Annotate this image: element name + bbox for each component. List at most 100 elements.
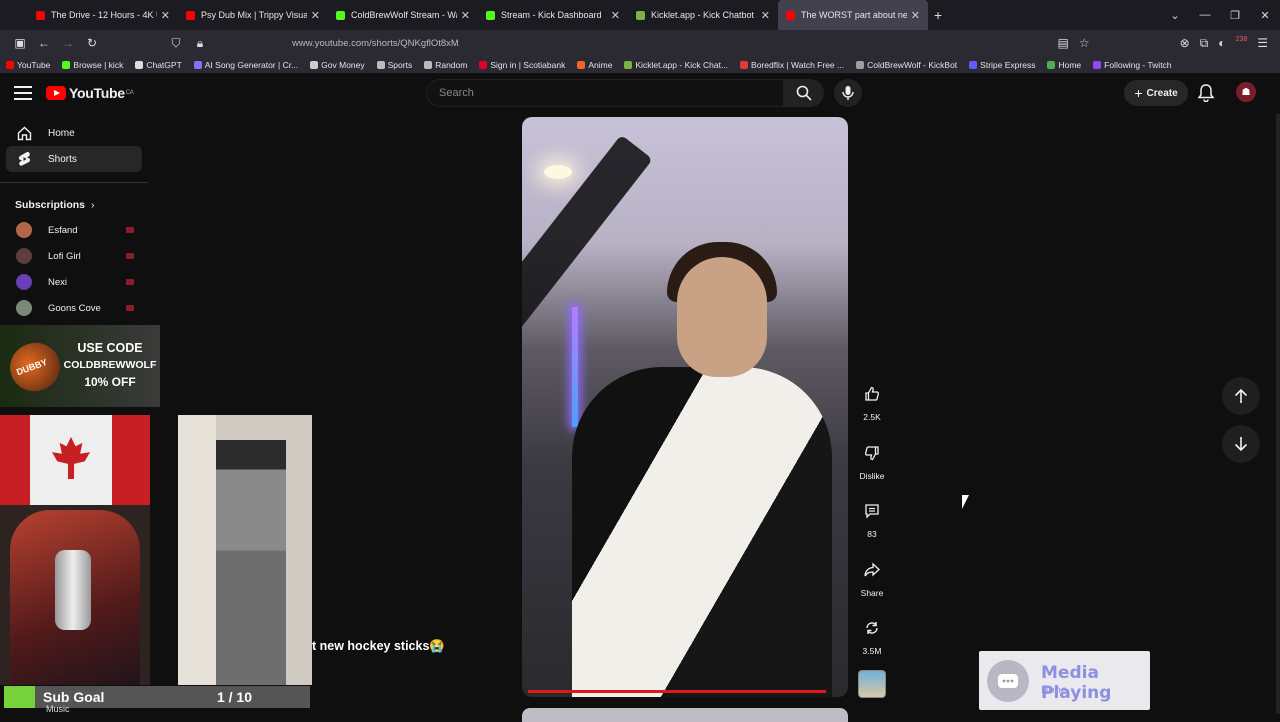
bookmark-item[interactable]: Anime bbox=[577, 60, 612, 70]
sidebar-toggle-icon[interactable]: ▣ bbox=[8, 36, 32, 50]
channel-avatar bbox=[16, 222, 32, 238]
sponsor-promo-overlay: DUBBY USE CODE COLDBREWWOLF 10% OFF bbox=[0, 325, 160, 407]
remix-icon bbox=[856, 612, 888, 644]
bookmark-item[interactable]: Home bbox=[1047, 60, 1081, 70]
sound-thumbnail[interactable] bbox=[858, 670, 886, 698]
remix-button[interactable]: 3.5M bbox=[856, 612, 888, 671]
logo-text: YouTube bbox=[69, 85, 125, 101]
chat-bubble-icon bbox=[987, 660, 1029, 702]
browser-tab[interactable]: Kicklet.app - Kick Chatbot and L ✕ bbox=[628, 0, 778, 30]
browser-tab[interactable]: The Drive - 12 Hours - 4K Ultra ✕ bbox=[28, 0, 178, 30]
subscription-item[interactable]: Lofi Girl bbox=[0, 243, 140, 269]
hamburger-menu-icon[interactable] bbox=[14, 86, 32, 100]
browser-tab[interactable]: Psy Dub Mix | Trippy Visuals + I ✕ bbox=[178, 0, 328, 30]
new-tab-button[interactable]: + bbox=[934, 7, 942, 23]
comments-button[interactable]: 83 bbox=[856, 495, 888, 554]
tab-favicon-icon bbox=[186, 10, 195, 20]
arrow-down-icon bbox=[1234, 437, 1248, 452]
search-input[interactable]: Search bbox=[426, 79, 784, 107]
chevron-right-icon: › bbox=[91, 199, 95, 211]
energy-drink-can: DUBBY bbox=[3, 335, 67, 399]
subscription-item[interactable]: Esfand bbox=[0, 217, 140, 243]
subscription-item[interactable]: Goons Cove bbox=[0, 295, 140, 321]
bookmark-item[interactable]: Random bbox=[424, 60, 467, 70]
share-button[interactable]: Share bbox=[856, 554, 888, 613]
live-indicator-icon bbox=[126, 227, 134, 233]
bookmark-item[interactable]: YouTube bbox=[6, 60, 50, 70]
close-tab-icon[interactable]: ✕ bbox=[761, 9, 770, 22]
bookmark-item[interactable]: ChatGPT bbox=[135, 60, 182, 70]
bookmark-favicon-icon bbox=[376, 60, 385, 69]
close-tab-icon[interactable]: ✕ bbox=[911, 9, 920, 22]
create-button[interactable]: + Create bbox=[1124, 80, 1188, 106]
bookmark-item[interactable]: Sign in | Scotiabank bbox=[479, 60, 565, 70]
can-label: DUBBY bbox=[15, 356, 49, 378]
close-tab-icon[interactable]: ✕ bbox=[461, 9, 470, 22]
door bbox=[178, 415, 216, 685]
subscriptions-heading[interactable]: Subscriptions › bbox=[0, 193, 160, 217]
browser-tab[interactable]: Stream - Kick Dashboard ✕ bbox=[478, 0, 628, 30]
sidebar-item-music[interactable]: Music bbox=[46, 704, 70, 714]
shield-icon[interactable]: ⛉ bbox=[164, 36, 188, 51]
menu-icon[interactable]: ☰ bbox=[1257, 36, 1268, 51]
dislike-button[interactable]: Dislike bbox=[856, 437, 888, 496]
youtube-logo[interactable]: YouTube CA bbox=[46, 85, 134, 101]
subscription-item[interactable]: Nexi bbox=[0, 269, 140, 295]
reader-view-icon[interactable]: ▤ bbox=[1058, 36, 1069, 51]
bookmark-item[interactable]: Sports bbox=[376, 60, 412, 70]
video-progress-bar[interactable] bbox=[528, 690, 826, 693]
bookmark-favicon-icon bbox=[424, 60, 433, 69]
search-icon bbox=[796, 85, 812, 101]
bookmark-item[interactable]: Kicklet.app - Kick Chat... bbox=[624, 60, 728, 70]
minimize-button[interactable]: — bbox=[1190, 9, 1220, 21]
bookmark-item[interactable]: Stripe Express bbox=[969, 60, 1035, 70]
bookmark-star-icon[interactable]: ☆ bbox=[1079, 36, 1090, 51]
bookmark-item[interactable]: Following - Twitch bbox=[1093, 60, 1172, 70]
bookmark-label: Boredflix | Watch Free ... bbox=[751, 59, 845, 70]
close-tab-icon[interactable]: ✕ bbox=[611, 9, 620, 22]
search-button[interactable] bbox=[784, 79, 824, 107]
close-window-button[interactable]: ✕ bbox=[1250, 9, 1280, 22]
bookmark-item[interactable]: AI Song Generator | Cr... bbox=[193, 60, 298, 70]
extension-2-icon[interactable]: ◐ bbox=[1218, 36, 1225, 51]
promo-line-1: USE CODE bbox=[77, 341, 143, 355]
page-scrollbar[interactable] bbox=[1276, 114, 1280, 714]
browser-tab[interactable]: The WORST part about new ho ✕ bbox=[778, 0, 928, 30]
bookmarks-bar: YouTube Browse | kick ChatGPT AI Song Gener… bbox=[0, 56, 1280, 74]
tab-list-icon[interactable]: ⌄ bbox=[1160, 9, 1190, 22]
bookmark-item[interactable]: Gov Money bbox=[310, 60, 365, 70]
bookmark-item[interactable]: Browse | kick bbox=[62, 60, 123, 70]
restore-button[interactable]: ❐ bbox=[1220, 9, 1250, 22]
close-tab-icon[interactable]: ✕ bbox=[161, 9, 170, 22]
puzzle-icon[interactable]: ⧉ bbox=[1200, 36, 1209, 51]
back-button[interactable]: ← bbox=[32, 36, 56, 50]
extension-icon[interactable]: ⊗ bbox=[1180, 36, 1190, 51]
share-icon bbox=[856, 554, 888, 586]
close-tab-icon[interactable]: ✕ bbox=[311, 9, 320, 22]
webcam-streamer bbox=[0, 415, 150, 685]
next-short-button[interactable] bbox=[1222, 425, 1260, 463]
forward-button[interactable]: → bbox=[56, 36, 80, 50]
sidebar-item-home[interactable]: Home bbox=[0, 120, 144, 146]
notifications-bell-icon[interactable] bbox=[1197, 84, 1215, 107]
comment-count: 83 bbox=[867, 529, 877, 539]
promo-line-3: 10% OFF bbox=[84, 375, 136, 389]
url-field[interactable]: www.youtube.com/shorts/QNKgflOt8xM bbox=[292, 38, 1058, 49]
bookmark-favicon-icon bbox=[479, 60, 488, 69]
voice-search-button[interactable] bbox=[834, 79, 862, 107]
like-button[interactable]: 2.5K bbox=[856, 378, 888, 437]
browser-tab[interactable]: ColdBrewWolf Stream - Watch L ✕ bbox=[328, 0, 478, 30]
sub-goal-label: Sub Goal bbox=[43, 689, 105, 705]
reload-button[interactable]: ↻ bbox=[80, 36, 104, 50]
tab-favicon-icon bbox=[636, 10, 645, 20]
shorts-video-player[interactable] bbox=[522, 117, 848, 697]
comment-icon bbox=[856, 495, 888, 527]
tab-title: Stream - Kick Dashboard bbox=[501, 10, 602, 20]
window-controls: ⌄ — ❐ ✕ bbox=[1160, 0, 1280, 30]
extension-badge[interactable]: 238 bbox=[1236, 36, 1248, 51]
previous-short-button[interactable] bbox=[1222, 377, 1260, 415]
bookmark-item[interactable]: Boredflix | Watch Free ... bbox=[740, 60, 844, 70]
bookmark-item[interactable]: ColdBrewWolf - KickBot bbox=[856, 60, 957, 70]
sidebar-item-shorts[interactable]: Shorts bbox=[6, 146, 142, 172]
account-avatar[interactable]: ☗ bbox=[1236, 82, 1256, 102]
